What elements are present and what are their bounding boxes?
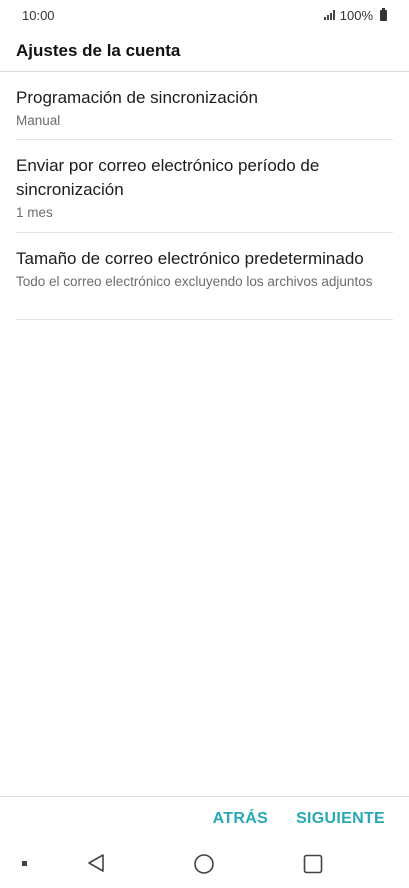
next-button[interactable]: SIGUIENTE bbox=[296, 810, 385, 828]
recents-square-icon[interactable] bbox=[302, 853, 324, 875]
back-button[interactable]: ATRÁS bbox=[213, 810, 268, 828]
setting-sync-period[interactable]: Enviar por correo electrónico período de… bbox=[16, 140, 393, 233]
signal-icon bbox=[323, 10, 335, 20]
page-title: Ajustes de la cuenta bbox=[16, 40, 181, 60]
home-circle-icon[interactable] bbox=[193, 853, 215, 875]
setting-email-size[interactable]: Tamaño de correo electrónico predetermin… bbox=[16, 233, 393, 320]
action-bar: ATRÁS SIGUIENTE bbox=[0, 796, 409, 840]
status-indicators: 100% bbox=[323, 7, 387, 23]
setting-value: 1 mes bbox=[16, 205, 53, 220]
dot-icon[interactable] bbox=[22, 861, 27, 866]
battery-icon bbox=[380, 7, 387, 21]
back-triangle-icon[interactable] bbox=[85, 852, 107, 874]
setting-value: Todo el correo electrónico excluyendo lo… bbox=[16, 274, 373, 289]
setting-title: Enviar por correo electrónico período de… bbox=[16, 156, 320, 199]
setting-title: Tamaño de correo electrónico predetermin… bbox=[16, 249, 364, 268]
screen: 10:00 100% Ajustes de la cuenta Programa… bbox=[0, 0, 409, 888]
settings-list: Programación de sincronización Manual En… bbox=[16, 72, 393, 320]
setting-title: Programación de sincronización bbox=[16, 88, 258, 107]
setting-sync-schedule[interactable]: Programación de sincronización Manual bbox=[16, 72, 393, 140]
status-time: 10:00 bbox=[22, 7, 55, 23]
navigation-bar bbox=[0, 840, 409, 888]
setting-value: Manual bbox=[16, 113, 61, 128]
status-bar: 10:00 100% bbox=[0, 0, 409, 30]
app-header: Ajustes de la cuenta bbox=[0, 30, 409, 72]
battery-percent: 100% bbox=[339, 7, 373, 23]
